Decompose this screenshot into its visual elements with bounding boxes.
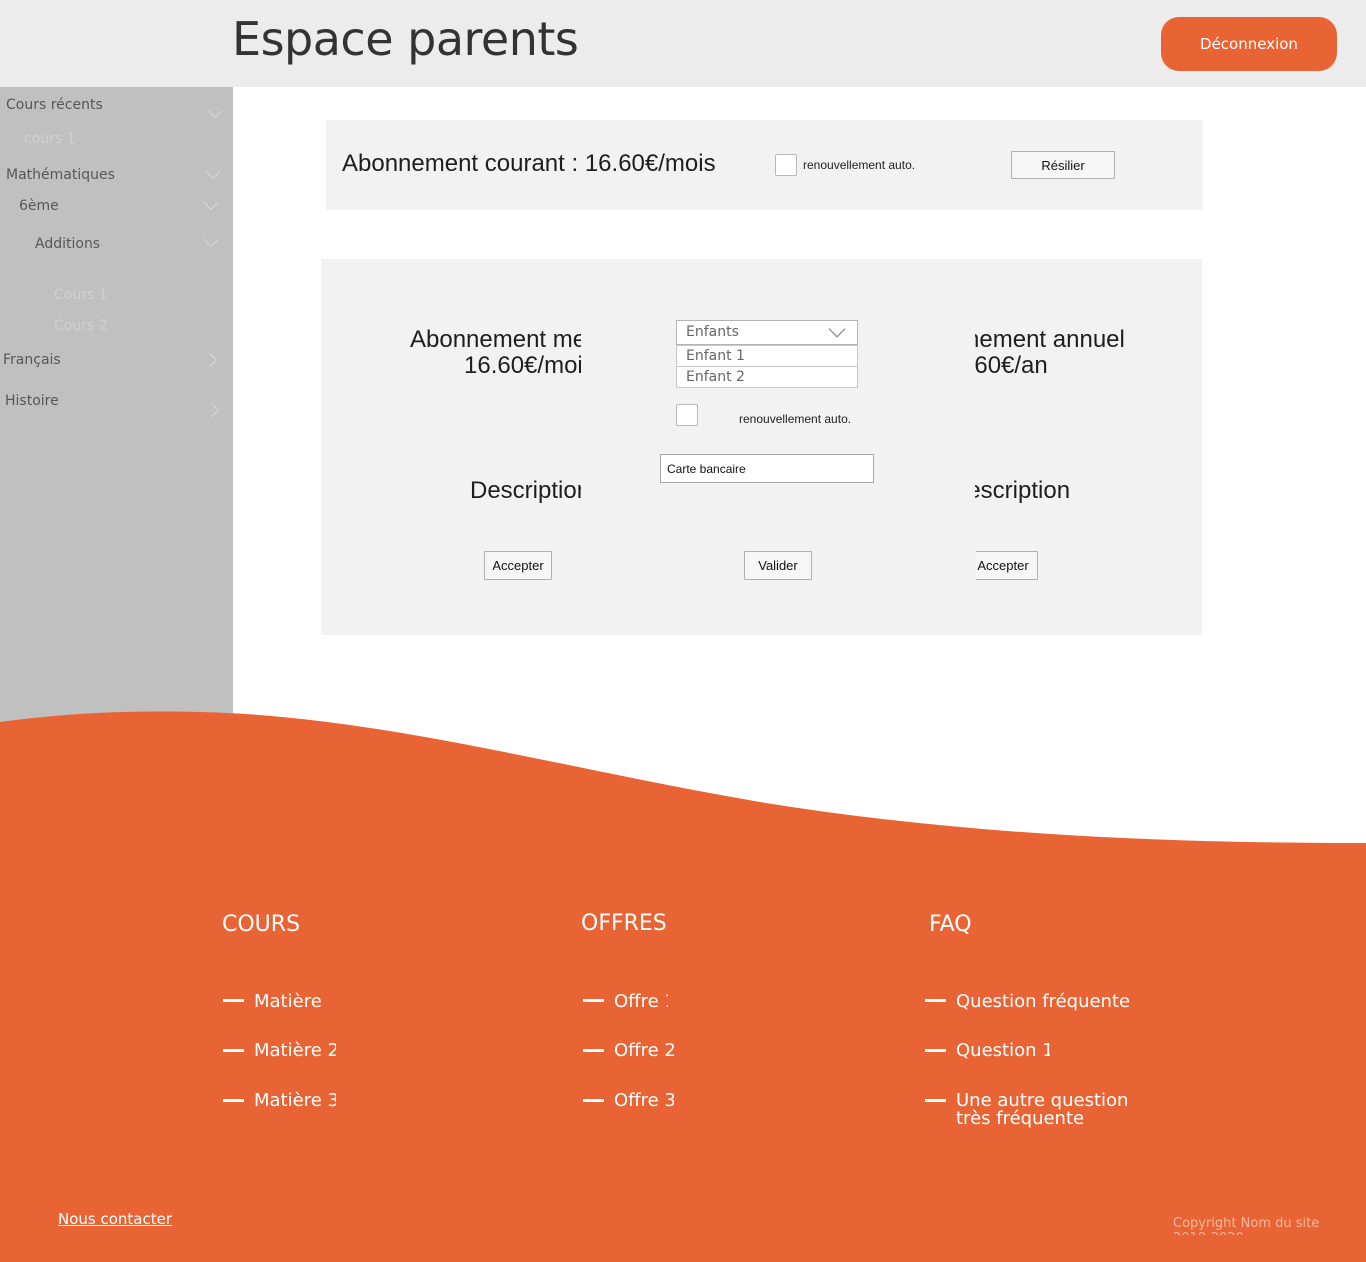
children-select[interactable]: Enfants xyxy=(676,320,858,345)
sidebar-item-6eme[interactable]: 6ème xyxy=(19,198,59,214)
offer-auto-renew-checkbox[interactable] xyxy=(676,404,698,426)
monthly-offer-price: 16.60€/mois xyxy=(464,352,581,379)
footer-heading-courses: COURS xyxy=(222,912,301,937)
dash-icon xyxy=(583,999,604,1002)
footer-link-faq-2[interactable]: Question 1 xyxy=(956,1042,1050,1060)
footer-link-box: Matière 3 xyxy=(254,1091,336,1113)
chevron-down-icon[interactable] xyxy=(203,232,219,248)
chevron-down-icon[interactable] xyxy=(205,164,221,180)
logout-button[interactable]: Déconnexion xyxy=(1161,17,1337,71)
footer-link-box: Une autre question très fréquente xyxy=(956,1091,1130,1131)
dash-icon xyxy=(223,1049,244,1052)
accept-annual-button[interactable]: Accepter xyxy=(976,551,1038,580)
children-option-1[interactable]: Enfant 1 xyxy=(676,345,858,367)
footer-link-subject-3[interactable]: Matière 3 xyxy=(254,1092,336,1110)
footer-link-subject-2[interactable]: Matière 2 xyxy=(254,1042,336,1060)
sidebar-item-history[interactable]: Histoire xyxy=(5,393,59,409)
chevron-down-icon[interactable] xyxy=(207,103,223,119)
header: Espace parents Déconnexion xyxy=(0,0,1366,87)
copyright-text: Copyright Nom du site 2019-2020 xyxy=(1173,1216,1320,1235)
annual-offer-title: Abonnement annuel 160€/an xyxy=(975,326,1145,382)
accept-monthly-button[interactable]: Accepter xyxy=(484,551,552,580)
sidebar-item-recent-courses[interactable]: Cours récents xyxy=(6,97,103,113)
auto-renew-checkbox[interactable] xyxy=(775,154,797,176)
monthly-offer-line1: Abonnement mensuel xyxy=(410,326,581,353)
auto-renew-label: renouvellement auto. xyxy=(803,158,916,172)
validate-button[interactable]: Valider xyxy=(744,551,812,580)
accept-annual-wrapper: Accepter xyxy=(976,551,1038,580)
chevron-down-icon xyxy=(828,320,846,338)
card-number-input[interactable] xyxy=(660,454,874,483)
sidebar-item-course-1[interactable]: cours 1 xyxy=(24,131,76,147)
footer-heading-faq: FAQ xyxy=(929,912,972,937)
dash-icon xyxy=(583,1049,604,1052)
footer-link-offer-3[interactable]: Offre 3 xyxy=(614,1092,674,1110)
footer-link-box: Offre 3 xyxy=(614,1091,674,1113)
dash-icon xyxy=(925,1099,946,1102)
annual-offer-description: Description xyxy=(975,477,1071,504)
monthly-offer-description: Description xyxy=(470,477,581,504)
footer-link-box: Matière 1 xyxy=(254,992,326,1014)
annual-offer-description-box: Description xyxy=(975,477,1095,507)
sidebar-item-lesson-1[interactable]: Cours 1 xyxy=(54,287,108,303)
sidebar-item-mathematics[interactable]: Mathématiques xyxy=(6,167,115,183)
footer-link-faq-3[interactable]: Une autre question très fréquente xyxy=(956,1092,1130,1128)
sidebar: Cours récents cours 1 Mathématiques 6ème… xyxy=(0,87,233,787)
sidebar-item-additions[interactable]: Additions xyxy=(35,236,100,252)
dash-icon xyxy=(925,1049,946,1052)
footer-link-box: Question fréquente xyxy=(956,992,1146,1014)
chevron-right-icon[interactable] xyxy=(202,352,218,368)
cancel-subscription-button[interactable]: Résilier xyxy=(1011,151,1115,179)
dash-icon xyxy=(223,999,244,1002)
footer-link-offer-1[interactable]: Offre 1 xyxy=(614,993,668,1011)
sidebar-item-french[interactable]: Français xyxy=(3,352,61,368)
chevron-down-icon[interactable] xyxy=(203,195,219,211)
footer-link-box: Offre 1 xyxy=(614,992,668,1014)
dash-icon xyxy=(925,999,946,1002)
dash-icon xyxy=(583,1099,604,1102)
sidebar-item-lesson-2[interactable]: Cours 2 xyxy=(54,318,108,334)
annual-offer-line1: Abonnement annuel xyxy=(975,326,1125,353)
dash-icon xyxy=(223,1099,244,1102)
footer-link-offer-2[interactable]: Offre 2 xyxy=(614,1042,674,1060)
page-title: Espace parents xyxy=(232,12,579,66)
offer-auto-renew-label: renouvellement auto. xyxy=(739,412,852,426)
contact-link[interactable]: Nous contacter xyxy=(58,1210,172,1228)
footer-link-faq-1[interactable]: Question fréquente xyxy=(956,993,1130,1011)
annual-offer-price: 160€/an xyxy=(975,352,1048,379)
footer-heading-offers: OFFRES xyxy=(581,911,667,936)
current-subscription-text: Abonnement courant : 16.60€/mois xyxy=(342,150,716,177)
footer-background xyxy=(0,711,1366,1262)
monthly-offer-description-box: Description xyxy=(460,477,581,507)
footer-link-subject-1[interactable]: Matière 1 xyxy=(254,993,326,1011)
footer-link-box: Matière 2 xyxy=(254,1041,336,1063)
children-option-2[interactable]: Enfant 2 xyxy=(676,366,858,388)
children-select-placeholder: Enfants xyxy=(686,324,739,340)
monthly-offer-title: Abonnement mensuel 16.60€/mois xyxy=(400,326,581,382)
footer-link-box: Offre 2 xyxy=(614,1041,674,1063)
footer-link-box: Question 1 xyxy=(956,1041,1050,1063)
chevron-right-icon[interactable] xyxy=(204,402,220,418)
